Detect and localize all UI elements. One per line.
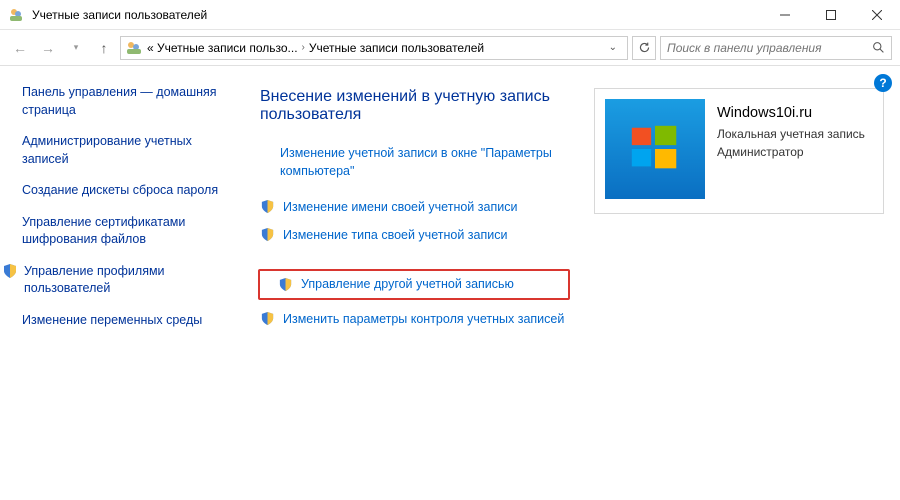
main-options: Внесение изменений в учетную запись поль… <box>260 88 570 490</box>
user-type: Локальная учетная запись <box>717 125 865 143</box>
window-controls <box>762 0 900 29</box>
breadcrumb-dropdown[interactable]: ⌄ <box>603 42 623 53</box>
sidebar-profiles-link[interactable]: Управление профилями пользователей <box>22 263 230 298</box>
option-change-name[interactable]: Изменение имени своей учетной записи <box>260 198 570 216</box>
option-pc-settings[interactable]: Изменение учетной записи в окне "Парамет… <box>260 144 570 180</box>
refresh-button[interactable] <box>632 36 656 60</box>
search-icon[interactable] <box>872 41 885 54</box>
search-input[interactable] <box>667 41 872 55</box>
windows-logo-icon <box>626 120 684 178</box>
shield-icon <box>2 263 18 279</box>
breadcrumb-part-2[interactable]: Учетные записи пользователей <box>309 41 484 55</box>
sidebar-admin-link[interactable]: Администрирование учетных записей <box>22 133 230 168</box>
user-role: Администратор <box>717 143 865 161</box>
breadcrumb[interactable]: « Учетные записи пользо... › Учетные зап… <box>120 36 628 60</box>
search-box[interactable] <box>660 36 892 60</box>
option-change-type[interactable]: Изменение типа своей учетной записи <box>260 226 570 244</box>
back-button[interactable]: ← <box>8 36 32 60</box>
avatar <box>605 99 705 199</box>
content: ? Панель управления — домашняя страница … <box>0 66 900 500</box>
shield-icon <box>260 227 275 242</box>
user-name: Windows10i.ru <box>717 105 865 121</box>
sidebar: Панель управления — домашняя страница Ад… <box>0 66 242 500</box>
help-button[interactable]: ? <box>874 74 892 92</box>
option-uac[interactable]: Изменить параметры контроля учетных запи… <box>260 310 570 328</box>
maximize-button[interactable] <box>808 0 854 30</box>
titlebar: Учетные записи пользователей <box>0 0 900 30</box>
option-manage-other-highlighted[interactable]: Управление другой учетной записью <box>258 269 570 300</box>
forward-button[interactable]: → <box>36 36 60 60</box>
minimize-button[interactable] <box>762 0 808 30</box>
main: Внесение изменений в учетную запись поль… <box>242 66 900 500</box>
sidebar-reset-disk-link[interactable]: Создание дискеты сброса пароля <box>22 182 230 200</box>
user-info: Windows10i.ru Локальная учетная запись А… <box>717 99 865 161</box>
shield-icon <box>278 277 293 292</box>
close-button[interactable] <box>854 0 900 30</box>
page-title: Внесение изменений в учетную запись поль… <box>260 88 570 124</box>
user-card: Windows10i.ru Локальная учетная запись А… <box>594 88 884 214</box>
navbar: ← → ▾ ↑ « Учетные записи пользо... › Уче… <box>0 30 900 66</box>
sidebar-certs-link[interactable]: Управление сертификатами шифрования файл… <box>22 214 230 249</box>
shield-icon <box>260 199 275 214</box>
app-icon <box>8 7 24 23</box>
chevron-right-icon: › <box>302 42 305 53</box>
recent-dropdown[interactable]: ▾ <box>64 36 88 60</box>
window-title: Учетные записи пользователей <box>32 8 762 22</box>
shield-icon <box>260 311 275 326</box>
sidebar-env-link[interactable]: Изменение переменных среды <box>22 312 230 330</box>
breadcrumb-part-1[interactable]: « Учетные записи пользо... <box>147 41 298 55</box>
breadcrumb-icon <box>125 40 143 56</box>
up-button[interactable]: ↑ <box>92 36 116 60</box>
sidebar-home-link[interactable]: Панель управления — домашняя страница <box>22 84 230 119</box>
